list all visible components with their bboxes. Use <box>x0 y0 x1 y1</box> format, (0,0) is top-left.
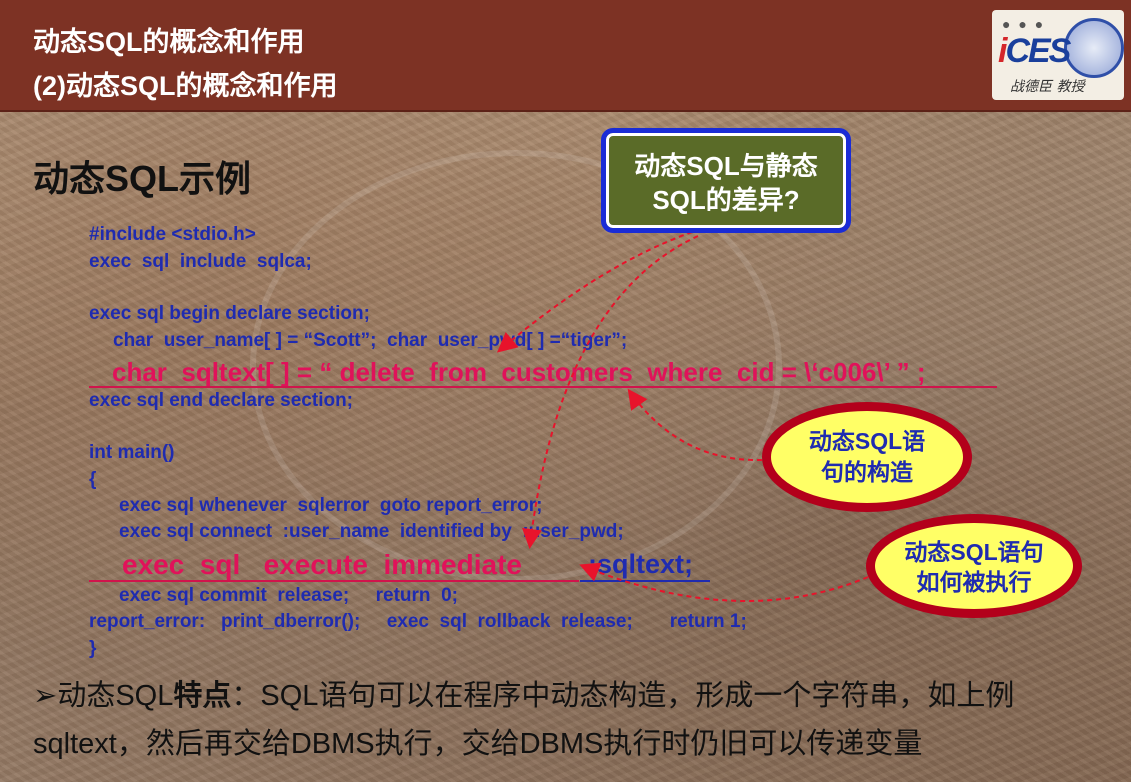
arrow-question-to-sqltext <box>496 231 693 353</box>
execute-line2: 如何被执行 <box>916 569 1032 595</box>
arrow-oval1-to-sqltext <box>627 388 763 462</box>
feature-keyword: 特点 <box>173 680 232 712</box>
callout-arrows <box>496 231 869 602</box>
execute-callout: 动态SQL语句 如何被执行 <box>866 514 1082 618</box>
question-line2: SQL的差异? <box>652 185 800 215</box>
feature-line1: ➢动态SQL特点：SQL语句可以在程序中动态构造，形成一个字符串，如上例 <box>33 672 1014 714</box>
execute-line1: 动态SQL语句 <box>904 539 1044 565</box>
construct-line1: 动态SQL语 <box>808 428 926 454</box>
question-line1: 动态SQL与静态 <box>634 151 818 181</box>
arrow-question-to-execute <box>522 235 699 549</box>
feature-line2: sqltext，然后再交给DBMS执行，交给DBMS执行时仍旧可以传递变量 <box>33 728 923 760</box>
question-callout: 动态SQL与静态 SQL的差异? <box>601 128 851 233</box>
arrow-oval2-to-execute <box>579 562 869 602</box>
feature-prefix: 动态SQL <box>57 680 174 712</box>
construct-callout: 动态SQL语 句的构造 <box>762 402 972 512</box>
bullet-icon: ➢ <box>33 680 58 712</box>
feature-rest: ：SQL语句可以在程序中动态构造，形成一个字符串，如上例 <box>231 680 1015 712</box>
construct-line2: 句的构造 <box>821 459 913 485</box>
